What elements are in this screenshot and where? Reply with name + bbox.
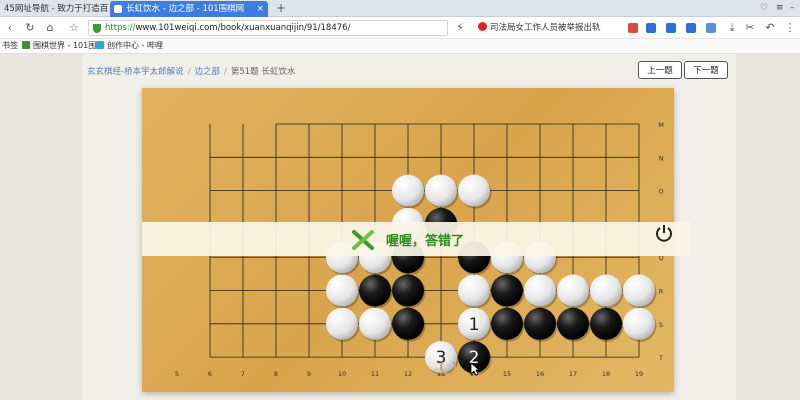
lightning-icon[interactable]: ⚡ — [452, 20, 468, 36]
site-favicon-icon — [114, 5, 122, 13]
prev-problem-button[interactable]: 上一题 — [638, 61, 682, 79]
scissors-icon[interactable]: ✂ — [742, 20, 758, 36]
white-stone — [590, 274, 622, 307]
more-icon[interactable]: ⋮ — [782, 20, 798, 36]
black-stone — [491, 274, 523, 307]
white-stone — [425, 174, 457, 207]
white-stone — [392, 174, 424, 207]
column-label: 5 — [175, 370, 179, 378]
browser-tab-bar: 45网址导航 - 致力于打造百年品牌 长虹饮水 - 边之部 - 101围棋网 ×… — [0, 0, 800, 17]
row-label: T — [658, 354, 663, 362]
power-icon[interactable] — [654, 223, 674, 243]
white-stone — [458, 174, 490, 207]
bookmark-folder[interactable]: 书签 — [2, 39, 18, 53]
news-icon — [478, 22, 487, 31]
column-label: 6 — [208, 370, 212, 378]
minimize-icon[interactable]: – — [790, 0, 795, 17]
extension-stack-icon[interactable] — [646, 23, 656, 33]
black-stone — [392, 307, 424, 340]
refresh-icon[interactable]: ↻ — [22, 20, 38, 36]
row-label: N — [659, 154, 664, 162]
column-label: 11 — [371, 370, 379, 378]
black-stone — [491, 307, 523, 340]
breadcrumb-chapter[interactable]: 边之部 — [194, 67, 220, 77]
tab-close-icon[interactable]: × — [256, 1, 264, 17]
column-label: 15 — [503, 370, 511, 378]
tab-101weiqi[interactable]: 长虹饮水 - 边之部 - 101围棋网 × — [110, 1, 268, 17]
address-bar[interactable]: https://www.101weiqi.com/book/xuanxuanqi… — [88, 20, 448, 36]
tab-45-nav[interactable]: 45网址导航 - 致力于打造百年品牌 — [0, 1, 108, 17]
white-stone — [359, 307, 391, 340]
bookmark-icon — [22, 41, 30, 49]
download-icon[interactable]: ⤓ — [724, 20, 740, 36]
next-problem-button[interactable]: 下一题 — [684, 61, 728, 79]
secure-shield-icon — [93, 24, 101, 33]
white-stone — [557, 274, 589, 307]
breadcrumb-current: 第51题 长虹饮水 — [230, 67, 296, 77]
column-label: 16 — [536, 370, 544, 378]
white-stone — [326, 307, 358, 340]
tab-title: 45网址导航 - 致力于打造百年品牌 — [4, 4, 108, 14]
white-stone — [623, 274, 655, 307]
bookmarks-bar: 书签 围棋世界 - 101围 创作中心 - 哔哩 — [0, 39, 800, 54]
column-label: 9 — [307, 370, 311, 378]
extension-stack-icon-2[interactable] — [666, 23, 676, 33]
bookmark-star-icon[interactable]: ☆ — [66, 20, 82, 36]
bilibili-icon — [96, 41, 104, 49]
black-stone — [557, 307, 589, 340]
white-stone — [524, 274, 556, 307]
black-stone — [359, 274, 391, 307]
extension-red-icon[interactable] — [628, 23, 638, 33]
column-label: 10 — [338, 370, 346, 378]
column-label: 18 — [602, 370, 610, 378]
column-label: 17 — [569, 370, 577, 378]
black-stone — [524, 307, 556, 340]
menu-icon[interactable]: ≡ — [776, 0, 784, 17]
column-label: 19 — [635, 370, 643, 378]
extension-stack-icon-3[interactable] — [686, 23, 696, 33]
black-stone — [392, 274, 424, 307]
column-label: 7 — [241, 370, 245, 378]
browser-toolbar: ‹ ↻ ⌂ ☆ https://www.101weiqi.com/book/xu… — [0, 17, 800, 39]
url-text: https://www.101weiqi.com/book/xuanxuanqi… — [105, 23, 351, 33]
news-ticker[interactable]: 司法局女工作人员被举报出轨 — [478, 20, 601, 36]
breadcrumb: 玄玄棋经-桥本宇太郎解说 / 边之部 / 第51题 长虹饮水 — [87, 67, 296, 77]
new-tab-button[interactable]: + — [276, 0, 286, 16]
back-icon[interactable]: ‹ — [2, 20, 18, 36]
wrong-x-icon — [352, 230, 374, 250]
undo-icon[interactable]: ↶ — [762, 20, 778, 36]
move-number: 1 — [469, 315, 480, 335]
tab-title: 长虹饮水 - 边之部 - 101围棋网 — [126, 4, 245, 14]
shirt-skin-icon[interactable]: ♡ — [760, 0, 768, 17]
breadcrumb-book[interactable]: 玄玄棋经-桥本宇太郎解说 — [87, 67, 184, 77]
row-label: M — [658, 121, 664, 129]
row-label: R — [659, 288, 664, 296]
row-label: S — [659, 321, 663, 329]
loading-spinner-icon — [440, 359, 456, 375]
bookmark-weiqi-world[interactable]: 围棋世界 - 101围 — [22, 39, 96, 53]
result-banner: 喔喔，答错了 — [142, 222, 690, 256]
extension-layers-icon[interactable] — [706, 23, 716, 33]
result-message: 喔喔，答错了 — [386, 234, 465, 249]
black-stone — [590, 307, 622, 340]
column-label: 12 — [404, 370, 412, 378]
bookmark-bilibili-creator[interactable]: 创作中心 - 哔哩 — [96, 39, 163, 53]
white-stone — [326, 274, 358, 307]
row-label: O — [658, 188, 663, 196]
home-icon[interactable]: ⌂ — [42, 20, 58, 36]
column-label: 8 — [274, 370, 278, 378]
mouse-cursor-icon — [470, 362, 480, 376]
white-stone — [623, 307, 655, 340]
white-stone — [458, 274, 490, 307]
